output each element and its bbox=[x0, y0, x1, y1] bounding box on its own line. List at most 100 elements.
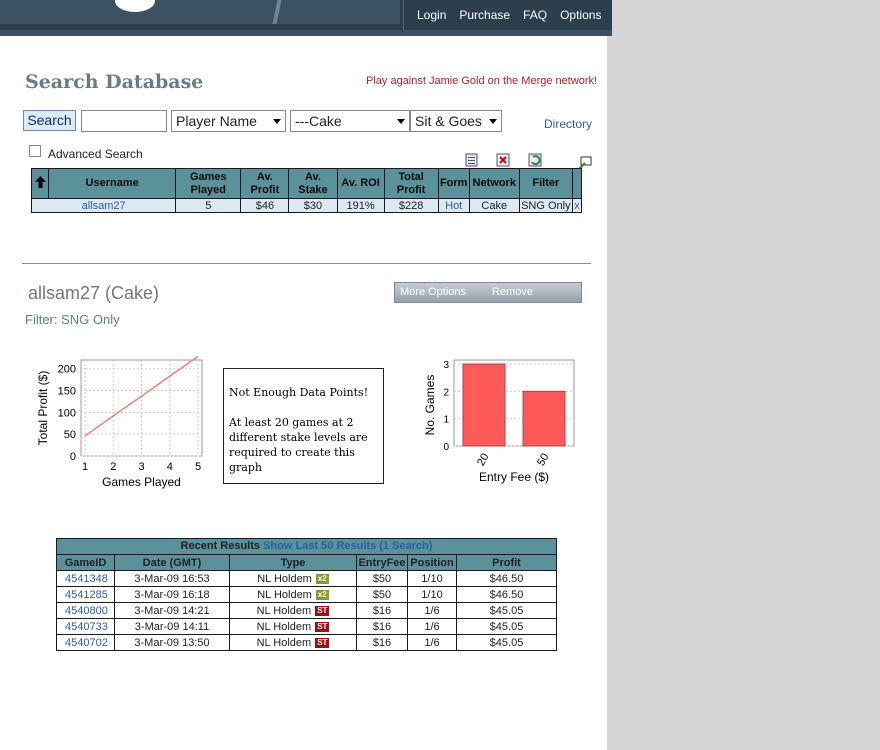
game-type: NL Holdem bbox=[256, 620, 312, 633]
cell-games-played: 5 bbox=[175, 198, 242, 213]
col-username[interactable]: Username bbox=[48, 168, 177, 199]
top-nav: Login Purchase FAQ Options bbox=[403, 0, 612, 30]
game-id-link[interactable]: 4541285 bbox=[56, 586, 115, 603]
y-tick-label: 200 bbox=[58, 364, 76, 376]
cell-entryfee: $50 bbox=[356, 586, 408, 603]
search-button[interactable]: Search bbox=[23, 110, 76, 131]
game-type: NL Holdem bbox=[256, 636, 312, 649]
not-enough-data-box: Not Enough Data Points! At least 20 game… bbox=[223, 368, 384, 484]
player-type-select[interactable]: Player Name bbox=[171, 110, 286, 132]
cell-entryfee: $16 bbox=[356, 634, 408, 651]
cell-date: 3-Mar-09 14:11 bbox=[114, 618, 230, 635]
cell-av-roi: 191% bbox=[336, 198, 385, 213]
game-id-link[interactable]: 4540702 bbox=[56, 634, 115, 651]
col-profit: Profit bbox=[456, 554, 557, 571]
cell-profit: $46.50 bbox=[456, 586, 557, 603]
col-av-stake[interactable]: Av. Stake bbox=[288, 168, 338, 199]
col-av-profit[interactable]: Av. Profit bbox=[240, 168, 290, 199]
col-position: Position bbox=[407, 554, 457, 571]
table-row: 4541285 3-Mar-09 16:18 NL Holdem x2 $50 1/10 $… bbox=[56, 586, 557, 603]
arrow-up-icon bbox=[34, 175, 46, 188]
col-network[interactable]: Network bbox=[468, 168, 520, 199]
table-row: 4541348 3-Mar-09 16:53 NL Holdem x2 $50 1/10 $… bbox=[56, 570, 557, 587]
col-games-played[interactable]: Games Played bbox=[175, 168, 242, 199]
results-header-row: Username Games Played Av. Profit Av. Sta… bbox=[30, 168, 583, 199]
game-type: NL Holdem bbox=[256, 604, 312, 617]
nav-faq[interactable]: FAQ bbox=[523, 8, 547, 22]
recent-results-title: Recent Results bbox=[180, 540, 261, 552]
bar bbox=[522, 390, 566, 447]
not-enough-title: Not Enough Data Points! bbox=[229, 386, 369, 399]
more-options-button[interactable]: More Options bbox=[400, 286, 466, 298]
nav-login[interactable]: Login bbox=[417, 8, 446, 22]
col-form[interactable]: Form bbox=[437, 168, 470, 199]
col-av-roi[interactable]: Av. ROI bbox=[336, 168, 385, 199]
game-id-link[interactable]: 4541348 bbox=[56, 570, 115, 587]
cell-profit: $45.05 bbox=[456, 634, 557, 651]
player-filter: Filter: SNG Only bbox=[25, 312, 120, 327]
search-input[interactable] bbox=[81, 110, 167, 132]
game-type: NL Holdem bbox=[257, 588, 312, 601]
y-tick-label: 150 bbox=[58, 386, 76, 398]
bar bbox=[462, 363, 506, 447]
y-tick-label: 2 bbox=[443, 387, 449, 398]
y-tick-label: 1 bbox=[443, 415, 449, 426]
player-options-bar: More Options Remove bbox=[394, 282, 582, 303]
remove-row-button[interactable]: x bbox=[571, 198, 583, 213]
nav-options[interactable]: Options bbox=[560, 8, 601, 22]
game-type-select[interactable]: Sit & Goes bbox=[410, 110, 502, 132]
directory-link[interactable]: Directory bbox=[544, 117, 592, 131]
cell-date: 3-Mar-09 16:53 bbox=[114, 570, 230, 587]
refresh-icon[interactable] bbox=[528, 153, 543, 167]
nav-strip bbox=[0, 30, 612, 36]
cell-position: 1/10 bbox=[407, 586, 457, 603]
col-entryfee: EntryFee bbox=[356, 554, 408, 571]
promo-link[interactable]: Play against Jamie Gold on the Merge net… bbox=[366, 75, 597, 87]
cell-profit: $46.50 bbox=[456, 570, 557, 587]
double-up-badge: x2 bbox=[315, 573, 329, 584]
delete-icon[interactable] bbox=[496, 153, 511, 167]
cell-network: Cake bbox=[468, 198, 520, 213]
cell-position: 1/6 bbox=[407, 634, 457, 651]
username-link[interactable]: allsam27 bbox=[30, 198, 177, 213]
cell-profit: $45.05 bbox=[456, 602, 557, 619]
divider bbox=[22, 263, 591, 264]
cell-av-stake: $30 bbox=[288, 198, 338, 213]
advanced-search-label: Advanced Search bbox=[48, 147, 143, 161]
y-axis-label: No. Games bbox=[423, 375, 437, 436]
remove-button[interactable]: Remove bbox=[492, 286, 533, 298]
sort-arrow-icon[interactable] bbox=[30, 168, 50, 199]
single-table-badge: ST bbox=[315, 637, 330, 648]
advanced-search-checkbox[interactable] bbox=[29, 145, 41, 157]
not-enough-message: At least 20 games at 2 different stake l… bbox=[229, 416, 368, 474]
game-id-link[interactable]: 4540800 bbox=[56, 602, 115, 619]
cell-profit: $45.05 bbox=[456, 618, 557, 635]
cell-position: 1/6 bbox=[407, 602, 457, 619]
show-last-50-link[interactable]: Show Last 50 Results (1 Search) bbox=[263, 540, 432, 552]
game-id-link[interactable]: 4540733 bbox=[56, 618, 115, 635]
y-tick-label: 0 bbox=[70, 451, 76, 463]
site-select[interactable]: ---Cake bbox=[290, 110, 410, 132]
x-axis-label: Games Played bbox=[102, 475, 181, 489]
cell-form[interactable]: Hot bbox=[437, 198, 470, 213]
export-icon[interactable] bbox=[465, 153, 480, 167]
x-tick-label: 5 bbox=[195, 461, 201, 473]
chevron-down-icon bbox=[273, 119, 281, 124]
y-axis-label: Total Profit ($) bbox=[36, 371, 50, 446]
col-total-profit[interactable]: Total Profit bbox=[383, 168, 439, 199]
col-filter[interactable]: Filter bbox=[518, 168, 573, 199]
x-tick-label: 4 bbox=[167, 461, 173, 473]
game-type: NL Holdem bbox=[257, 572, 312, 585]
x-tick-label: 1 bbox=[82, 461, 88, 473]
cell-type: NL Holdem ST bbox=[229, 602, 357, 619]
cell-date: 3-Mar-09 14:21 bbox=[114, 602, 230, 619]
x-axis-label: Entry Fee ($) bbox=[479, 470, 549, 484]
results-table: Username Games Played Av. Profit Av. Sta… bbox=[30, 168, 583, 213]
cell-date: 3-Mar-09 16:18 bbox=[114, 586, 230, 603]
col-type: Type bbox=[229, 554, 357, 571]
cell-av-profit: $46 bbox=[240, 198, 290, 213]
nav-purchase[interactable]: Purchase bbox=[459, 8, 510, 22]
entry-fee-bar-chart: 0 1 2 3 20 50Entry Fee ($) No. Games bbox=[423, 359, 575, 484]
col-remove bbox=[571, 168, 583, 199]
recent-results-caption: Recent Results Show Last 50 Results (1 S… bbox=[56, 538, 557, 554]
